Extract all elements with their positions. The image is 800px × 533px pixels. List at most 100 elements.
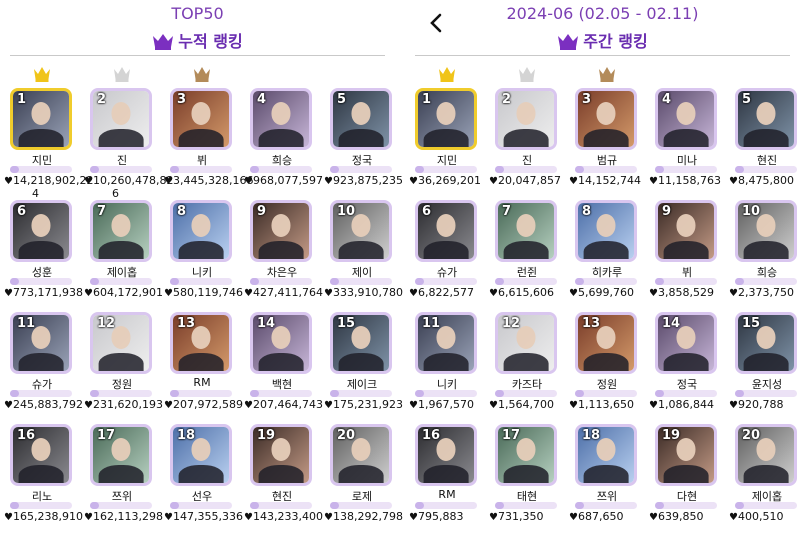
vote-count: ♥143,233,400 [244,510,330,523]
avatar: 20 [735,424,797,486]
rank-number: 2 [502,92,512,107]
rank-card[interactable]: 19 다현 ♥639,850 [647,402,727,523]
vote-count-value: 731,350 [497,510,544,523]
rank-number: 18 [177,428,196,443]
rank-card[interactable]: 1 지민 ♥36,269,201 [407,66,487,187]
rank-card[interactable]: 20 로제 ♥138,292,798 [322,402,403,523]
rank-card[interactable]: 2 진 ♥20,047,857 [487,66,567,187]
artist-name: RM [193,376,211,389]
rank-card[interactable]: 18 쯔위 ♥687,650 [567,402,647,523]
rank-card[interactable]: 15 제이크 ♥175,231,923 [322,290,403,411]
rank-card[interactable]: 12 정원 ♥231,620,193 [82,290,163,411]
vote-count: ♥795,883 [409,510,495,523]
avatar: 4 [250,88,312,150]
rank-card[interactable]: 14 정국 ♥1,086,844 [647,290,727,411]
rank-card[interactable]: 7 제이홉 ♥604,172,901 [82,178,163,299]
vote-count-value: 143,233,400 [252,510,323,523]
avatar: 7 [495,200,557,262]
rank-number: 10 [742,204,761,219]
rank-number: 11 [422,316,441,331]
rank-card[interactable]: 10 제이 ♥333,910,780 [322,178,403,299]
avatar: 4 [655,88,717,150]
rank-card[interactable]: 12 카즈타 ♥1,564,700 [487,290,567,411]
rank-card[interactable]: 19 현진 ♥143,233,400 [242,402,323,523]
cumulative-ranking-panel: TOP50 누적 랭킹 1 지민 ♥14,218,902,22 4 2 진 ♥10,260,… [0,0,403,533]
avatar: 18 [170,424,232,486]
avatar: 3 [575,88,637,150]
rank-card[interactable]: 5 현진 ♥8,475,800 [727,66,800,187]
rank-card[interactable]: 4 미나 ♥11,158,763 [647,66,727,187]
rank-card[interactable]: 16 RM ♥795,883 [407,402,487,523]
avatar: 2 [495,88,557,150]
vote-progress-bar [250,502,312,509]
avatar: 1 [415,88,477,150]
ranking-heading: 주간 랭킹 [405,28,800,54]
avatar: 15 [330,312,392,374]
rank-card[interactable]: 11 슈가 ♥245,883,792 [2,290,83,411]
avatar: 11 [10,312,72,374]
vote-progress-bar [170,278,232,285]
rank-number: 8 [177,204,187,219]
crown-icon [557,32,579,54]
rank-card[interactable]: 18 선우 ♥147,355,336 [162,402,243,523]
crown-icon [598,66,616,82]
rank-number: 11 [17,316,36,331]
rank-number: 16 [422,428,441,443]
rank-number: 14 [257,316,276,331]
rank-card[interactable]: 16 리노 ♥165,238,910 [2,402,83,523]
rank-card[interactable]: 6 성훈 ♥773,171,938 [2,178,83,299]
rank-card[interactable]: 7 런쥔 ♥6,615,606 [487,178,567,299]
vote-count-value: 795,883 [417,510,464,523]
rank-card[interactable]: 11 니키 ♥1,967,570 [407,290,487,411]
vote-progress-bar [495,166,557,173]
vote-progress-bar [495,390,557,397]
rank-card[interactable]: 3 뷔 ♥3,445,328,166 [162,66,253,187]
heart-icon: ♥ [324,512,333,523]
rank-number: 1 [17,92,27,107]
vote-progress-bar [655,390,717,397]
rank-card[interactable]: 15 윤지성 ♥920,788 [727,290,800,411]
vote-count-value: 165,238,910 [12,510,83,523]
rank-number: 12 [502,316,521,331]
rank-card[interactable]: 9 차은우 ♥427,411,764 [242,178,323,299]
rank-card[interactable]: 3 범규 ♥14,152,744 [567,66,647,187]
avatar: 19 [250,424,312,486]
rank-card[interactable]: 17 태현 ♥731,350 [487,402,567,523]
rank-number: 13 [177,316,196,331]
vote-progress-bar [330,502,392,509]
vote-progress-bar [735,390,797,397]
rank-card[interactable]: 14 백현 ♥207,464,743 [242,290,323,411]
vote-progress-bar [415,502,477,509]
vote-progress-bar [415,166,477,173]
heart-icon: ♥ [84,512,93,523]
rank-number: 13 [582,316,601,331]
vote-count: ♥400,510 [729,510,800,523]
rank-card[interactable]: 1 지민 ♥14,218,902,22 4 [2,66,93,200]
rank-card[interactable]: 2 진 ♥10,260,478,82 6 [82,66,173,200]
vote-progress-bar [10,278,72,285]
rank-card[interactable]: 6 슈가 ♥6,822,577 [407,178,487,299]
rank-card[interactable]: 4 희승 ♥968,077,597 [242,66,323,187]
heart-icon: ♥ [4,512,13,523]
rank-card[interactable]: 5 정국 ♥923,875,235 [322,66,403,187]
rank-card[interactable]: 13 RM ♥207,972,589 [162,290,243,411]
vote-progress-bar [330,278,392,285]
vote-progress-bar [415,278,477,285]
vote-progress-bar [250,390,312,397]
heart-icon: ♥ [729,512,738,523]
rank-card[interactable]: 8 히카루 ♥5,699,760 [567,178,647,299]
avatar: 11 [415,312,477,374]
vote-progress-bar [170,502,232,509]
avatar: 8 [170,200,232,262]
vote-progress-bar [575,390,637,397]
rank-number: 4 [257,92,267,107]
rank-card[interactable]: 20 제이홉 ♥400,510 [727,402,800,523]
crown-icon [33,66,51,82]
rank-card[interactable]: 9 뷔 ♥3,858,529 [647,178,727,299]
divider [415,55,790,56]
rank-card[interactable]: 17 쯔위 ♥162,113,298 [82,402,163,523]
rank-card[interactable]: 13 정원 ♥1,113,650 [567,290,647,411]
rank-card[interactable]: 10 희승 ♥2,373,750 [727,178,800,299]
vote-count: ♥639,850 [649,510,735,523]
rank-card[interactable]: 8 니키 ♥580,119,746 [162,178,243,299]
